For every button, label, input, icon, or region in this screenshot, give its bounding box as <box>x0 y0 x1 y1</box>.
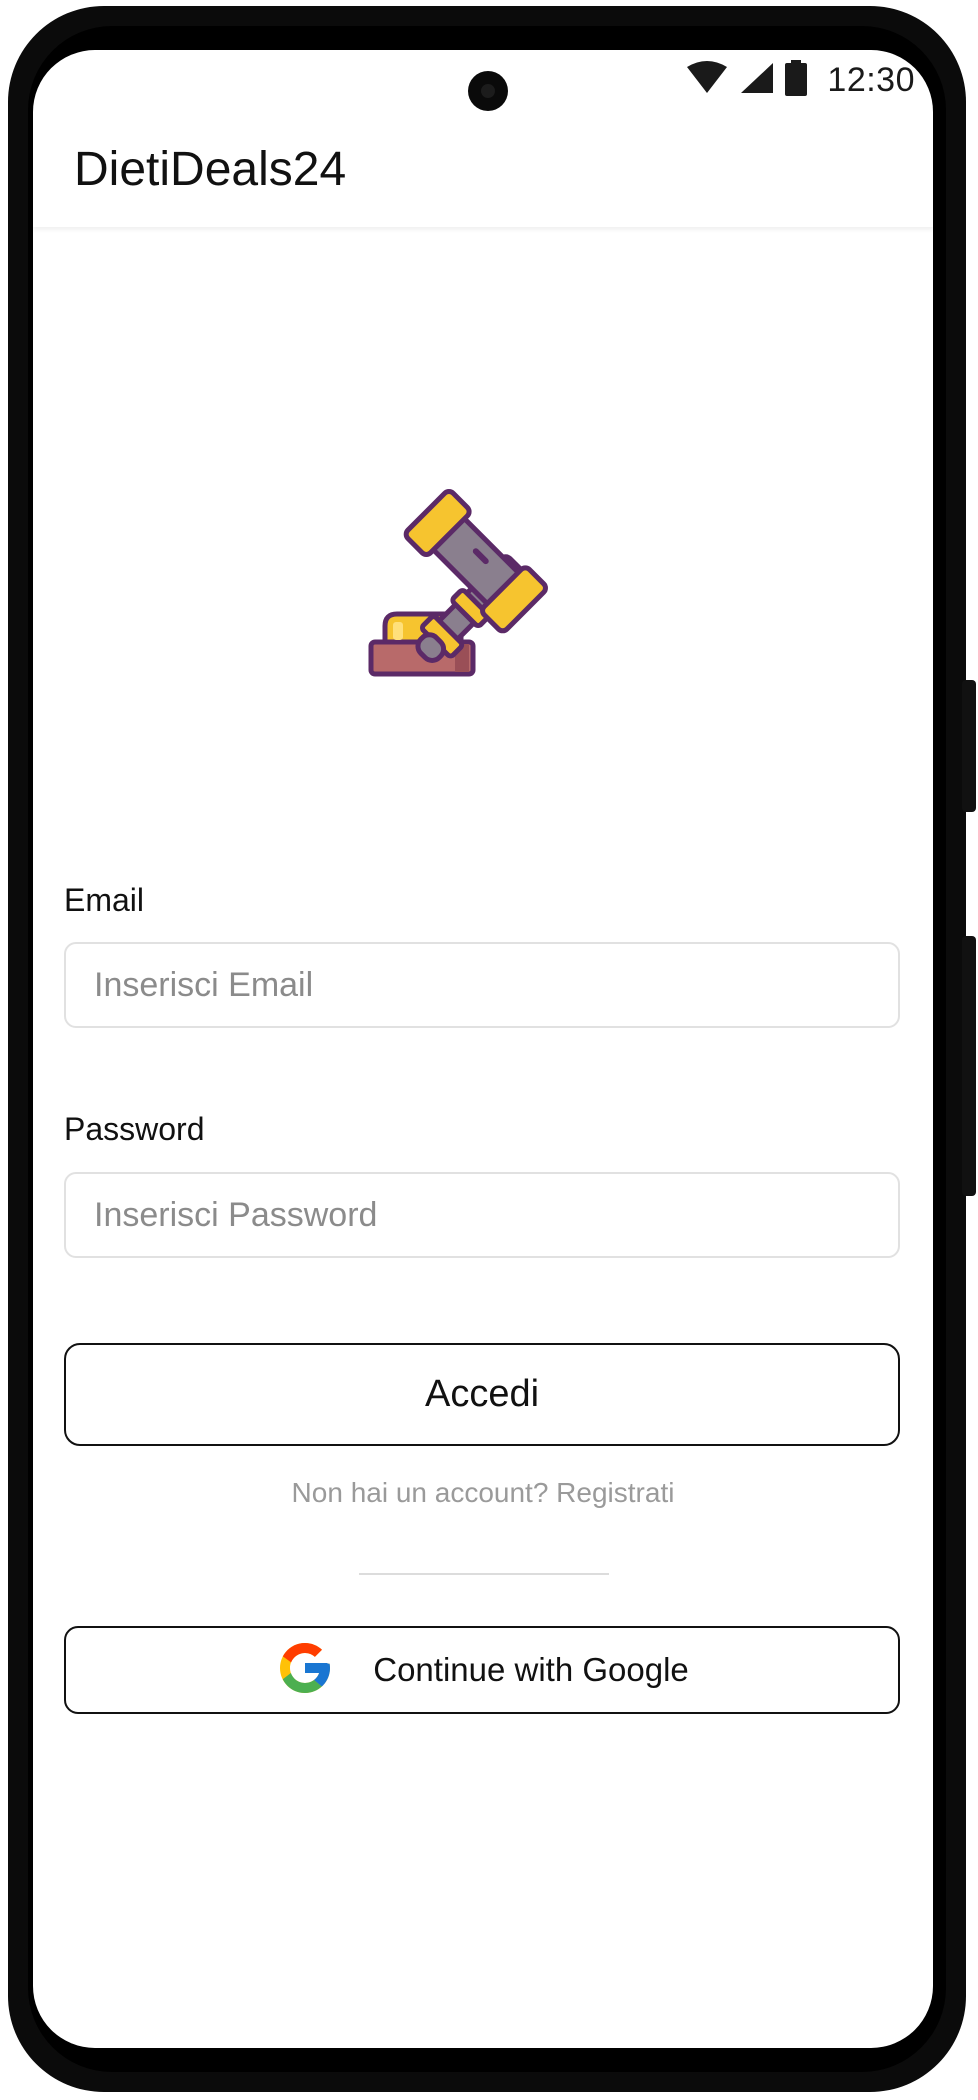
email-label: Email <box>64 882 145 918</box>
register-link[interactable]: Non hai un account? Registrati <box>33 1477 933 1509</box>
app-title: DietiDeals24 <box>74 143 347 196</box>
wifi-icon <box>685 60 729 100</box>
password-input[interactable] <box>64 1172 900 1258</box>
auction-gavel-icon <box>363 474 593 704</box>
status-bar: 12:30 <box>685 58 915 102</box>
app-bar: DietiDeals24 <box>33 114 933 227</box>
power-button <box>962 936 976 1196</box>
volume-button <box>962 680 976 812</box>
password-label: Password <box>64 1111 205 1147</box>
status-time: 12:30 <box>827 60 915 99</box>
battery-icon <box>785 59 808 101</box>
google-button-label: Continue with Google <box>373 1651 689 1688</box>
login-button[interactable]: Accedi <box>64 1343 900 1446</box>
email-input[interactable] <box>64 942 900 1028</box>
front-camera <box>468 71 508 111</box>
google-logo-icon <box>275 1638 335 1703</box>
divider <box>359 1573 609 1575</box>
screen: 12:30 DietiDeals24 Email Inserisci Email… <box>33 50 933 2048</box>
google-sign-in-button[interactable]: Continue with Google <box>64 1626 900 1714</box>
cellular-signal-icon <box>739 61 775 100</box>
